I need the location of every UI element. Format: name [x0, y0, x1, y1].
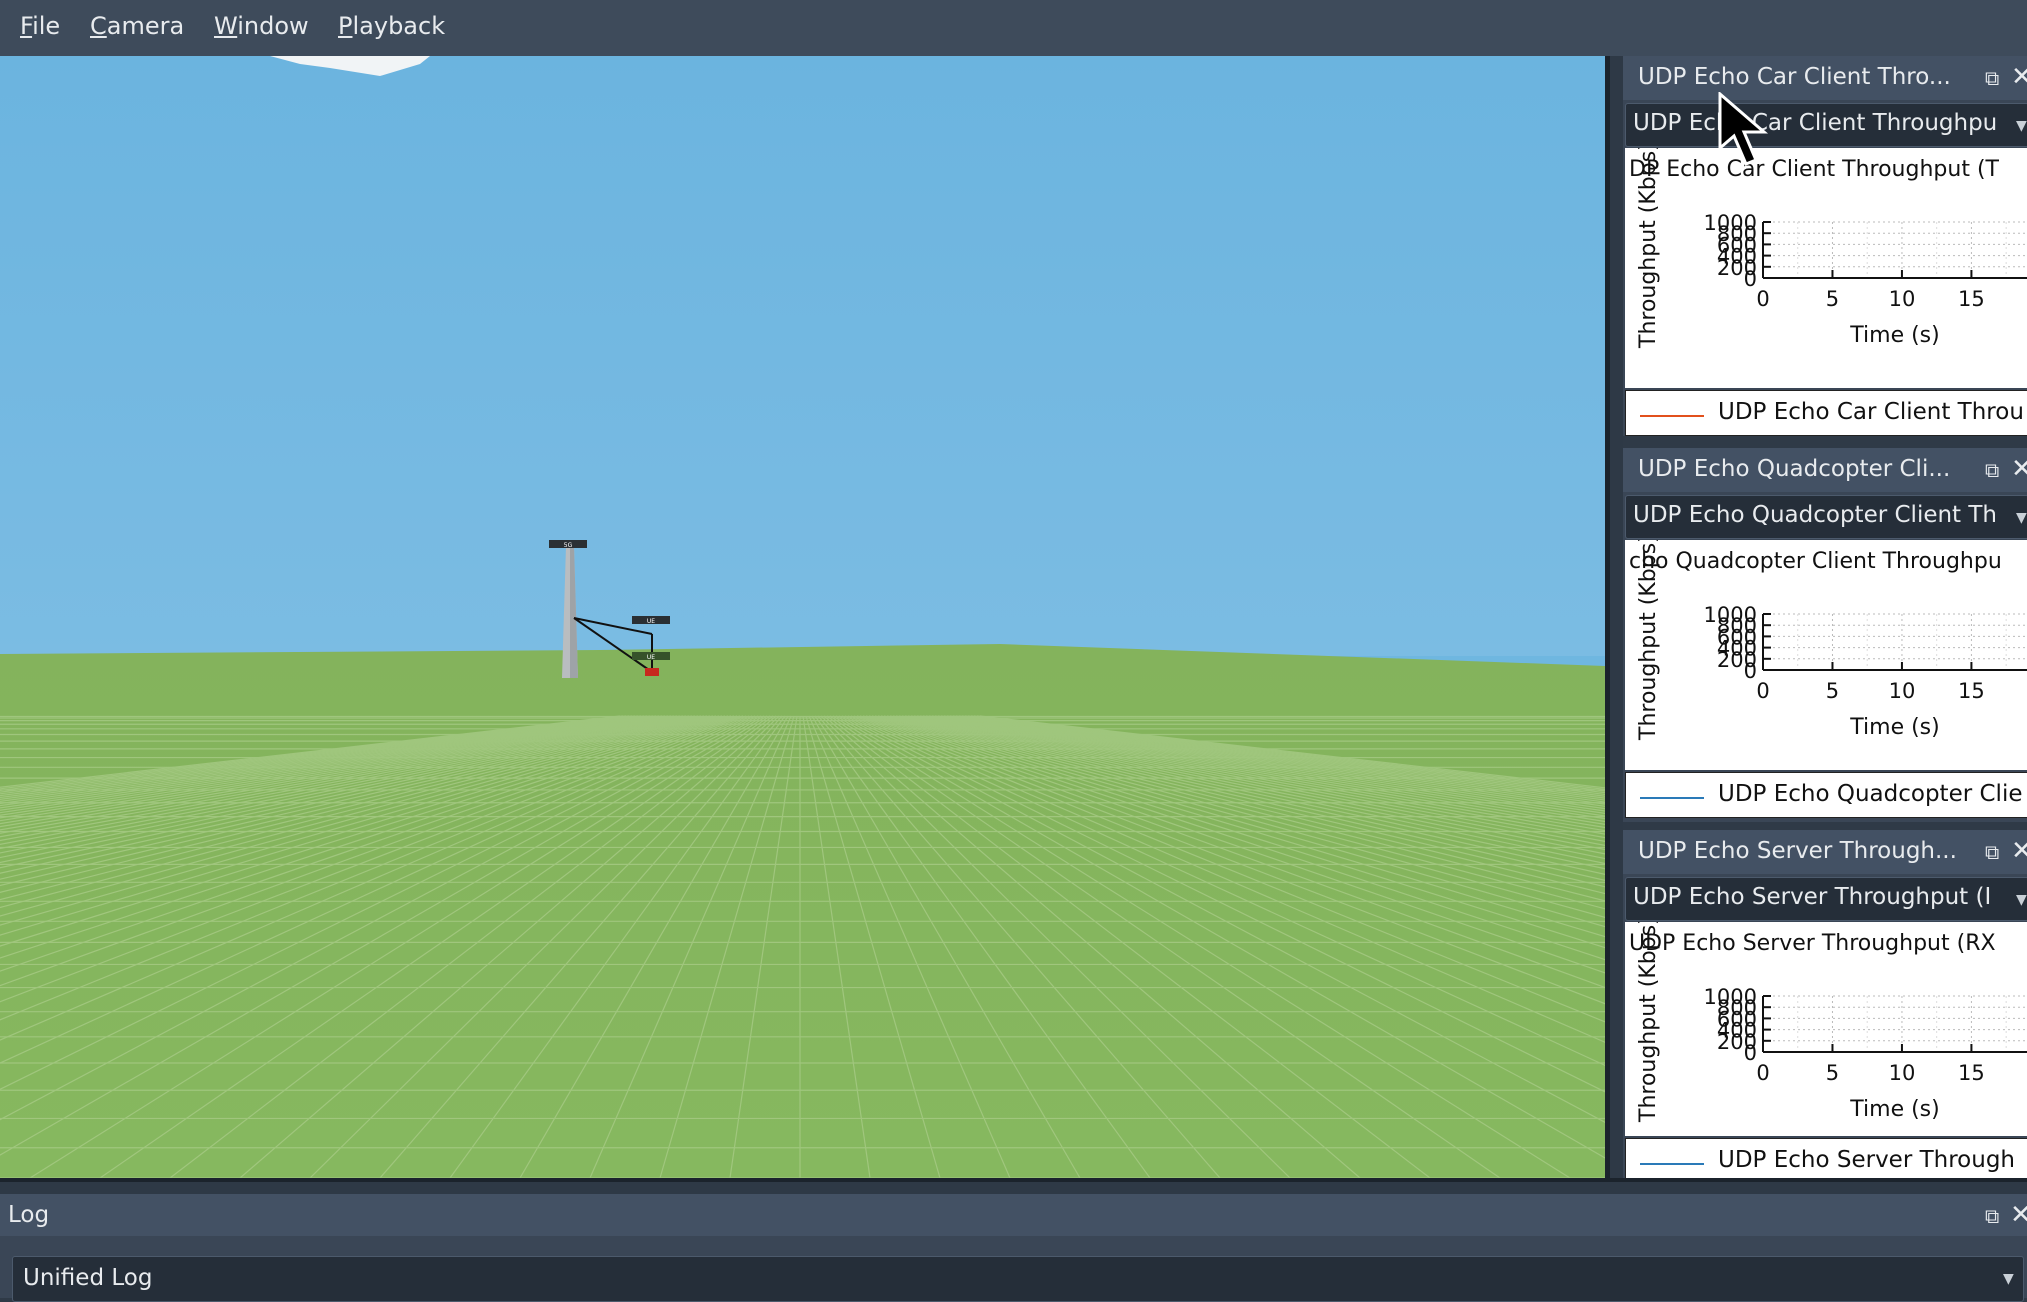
chevron-down-icon: ▼	[2016, 892, 2027, 908]
float-icon[interactable]: ⧉	[1985, 1204, 1999, 1228]
log-dock: Log ⧉ ✕ Unified Log ▼	[0, 1194, 2027, 1302]
y-axis-label: Throughput (Kbps)	[1636, 922, 1661, 1123]
legend-line	[1640, 797, 1704, 799]
x-tick-label: 0	[1756, 1061, 1769, 1085]
log-select[interactable]: Unified Log ▼	[12, 1256, 2024, 1302]
throughput-plot[interactable]: DP Echo Car Client Throughput (T 0 200 400 6…	[1625, 148, 2027, 388]
series-select[interactable]: UDP Echo Quadcopter Client Th ▼	[1625, 495, 2027, 539]
menu-file[interactable]: File	[20, 12, 60, 40]
x-tick-label: 0	[1756, 287, 1769, 311]
sky	[0, 56, 1605, 656]
x-axis-label: Time (s)	[1849, 323, 1939, 348]
float-icon[interactable]: ⧉	[1985, 66, 2007, 90]
scene-render: 5G UE UE	[0, 56, 1605, 1178]
menu-window[interactable]: Window	[214, 12, 309, 40]
dock-title-bar[interactable]: UDP Echo Car Client Thro... ⧉ ✕	[1623, 56, 2027, 100]
3d-viewport[interactable]: 5G UE UE	[0, 56, 1605, 1178]
dock-title: UDP Echo Car Client Thro...	[1638, 64, 1951, 90]
svg-text:UE: UE	[647, 654, 655, 661]
float-icon[interactable]: ⧉	[1985, 458, 2007, 482]
plot-legend: UDP Echo Quadcopter Clie	[1625, 772, 2027, 818]
x-tick-label: 15	[1958, 679, 1985, 703]
x-axis-label: Time (s)	[1849, 715, 1939, 740]
dock-title: UDP Echo Server Through...	[1638, 838, 1957, 864]
x-tick-label: 10	[1889, 1061, 1916, 1085]
dock-title-bar[interactable]: UDP Echo Server Through... ⧉ ✕	[1623, 830, 2027, 874]
dock-title: UDP Echo Quadcopter Cli...	[1638, 456, 1951, 482]
legend-label: UDP Echo Quadcopter Clie	[1718, 781, 2023, 807]
x-tick-label: 5	[1826, 287, 1839, 311]
y-tick-label: 1000	[1704, 603, 1757, 627]
dock-server-throughput: UDP Echo Server Through... ⧉ ✕ UDP Echo …	[1623, 830, 2027, 1178]
mouse-cursor-icon	[1718, 92, 1769, 166]
x-tick-label: 0	[1756, 679, 1769, 703]
legend-line	[1640, 415, 1704, 417]
chevron-down-icon: ▼	[2016, 510, 2027, 526]
legend-line	[1640, 1163, 1704, 1165]
x-tick-label: 15	[1958, 1061, 1985, 1085]
plot-svg: cho Quadcopter Client Throughpu020040060…	[1629, 540, 2027, 741]
dock-car-client-throughput: UDP Echo Car Client Thro... ⧉ ✕ UDP Echo…	[1623, 56, 2027, 436]
legend-label: UDP Echo Car Client Throu	[1718, 399, 2024, 425]
series-select[interactable]: UDP Echo Car Client Throughpu ▼	[1625, 103, 2027, 147]
log-title-bar[interactable]: Log ⧉ ✕	[0, 1194, 2027, 1236]
x-tick-label: 10	[1889, 287, 1916, 311]
chevron-down-icon: ▼	[2003, 1271, 2014, 1287]
close-icon[interactable]: ✕	[2011, 836, 2027, 866]
svg-text:5G: 5G	[564, 542, 573, 549]
plot-title: DP Echo Car Client Throughput (T	[1629, 157, 2000, 182]
close-icon[interactable]: ✕	[2010, 1200, 2027, 1230]
vertical-splitter[interactable]	[1605, 56, 1623, 1178]
dock-quadcopter-client-throughput: UDP Echo Quadcopter Cli... ⧉ ✕ UDP Echo …	[1623, 448, 2027, 822]
plot-legend: UDP Echo Car Client Throu	[1625, 390, 2027, 436]
throughput-plot[interactable]: cho Quadcopter Client Throughpu 0 200 400 60…	[1625, 540, 2027, 770]
y-axis-label: Throughput (Kbps)	[1636, 540, 1661, 741]
throughput-plot[interactable]: UDP Echo Server Throughput (RX 0 200 400 600…	[1625, 922, 2027, 1136]
menu-playback[interactable]: Playback	[338, 12, 445, 40]
x-tick-label: 5	[1826, 679, 1839, 703]
plot-title: UDP Echo Server Throughput (RX	[1629, 931, 1996, 956]
chevron-down-icon: ▼	[2016, 118, 2027, 134]
x-tick-label: 10	[1889, 679, 1916, 703]
horizontal-splitter[interactable]	[0, 1178, 2027, 1194]
y-axis-label: Throughput (Kbps)	[1636, 148, 1661, 349]
x-axis-label: Time (s)	[1849, 1097, 1939, 1122]
close-icon[interactable]: ✕	[2011, 454, 2027, 484]
svg-text:UE: UE	[647, 618, 655, 625]
plot-svg: DP Echo Car Client Throughput (T02004006…	[1629, 148, 2027, 349]
close-icon[interactable]: ✕	[2011, 62, 2027, 92]
legend-label: UDP Echo Server Through	[1718, 1147, 2016, 1173]
series-select[interactable]: UDP Echo Server Throughput (I ▼	[1625, 877, 2027, 921]
plot-title: cho Quadcopter Client Throughpu	[1629, 549, 2002, 574]
x-tick-label: 15	[1958, 287, 1985, 311]
plot-legend: UDP Echo Server Through	[1625, 1138, 2027, 1178]
y-tick-label: 1000	[1704, 985, 1757, 1009]
y-tick-label: 1000	[1704, 211, 1757, 235]
menu-bar: File Camera Window Playback	[0, 0, 2027, 57]
node-1: UE	[632, 616, 670, 625]
dock-title-bar[interactable]: UDP Echo Quadcopter Cli... ⧉ ✕	[1623, 448, 2027, 492]
x-tick-label: 5	[1826, 1061, 1839, 1085]
float-icon[interactable]: ⧉	[1985, 840, 2007, 864]
menu-camera[interactable]: Camera	[90, 12, 184, 40]
log-title: Log	[8, 1202, 50, 1228]
plot-svg: UDP Echo Server Throughput (RX0200400600…	[1629, 922, 2027, 1123]
